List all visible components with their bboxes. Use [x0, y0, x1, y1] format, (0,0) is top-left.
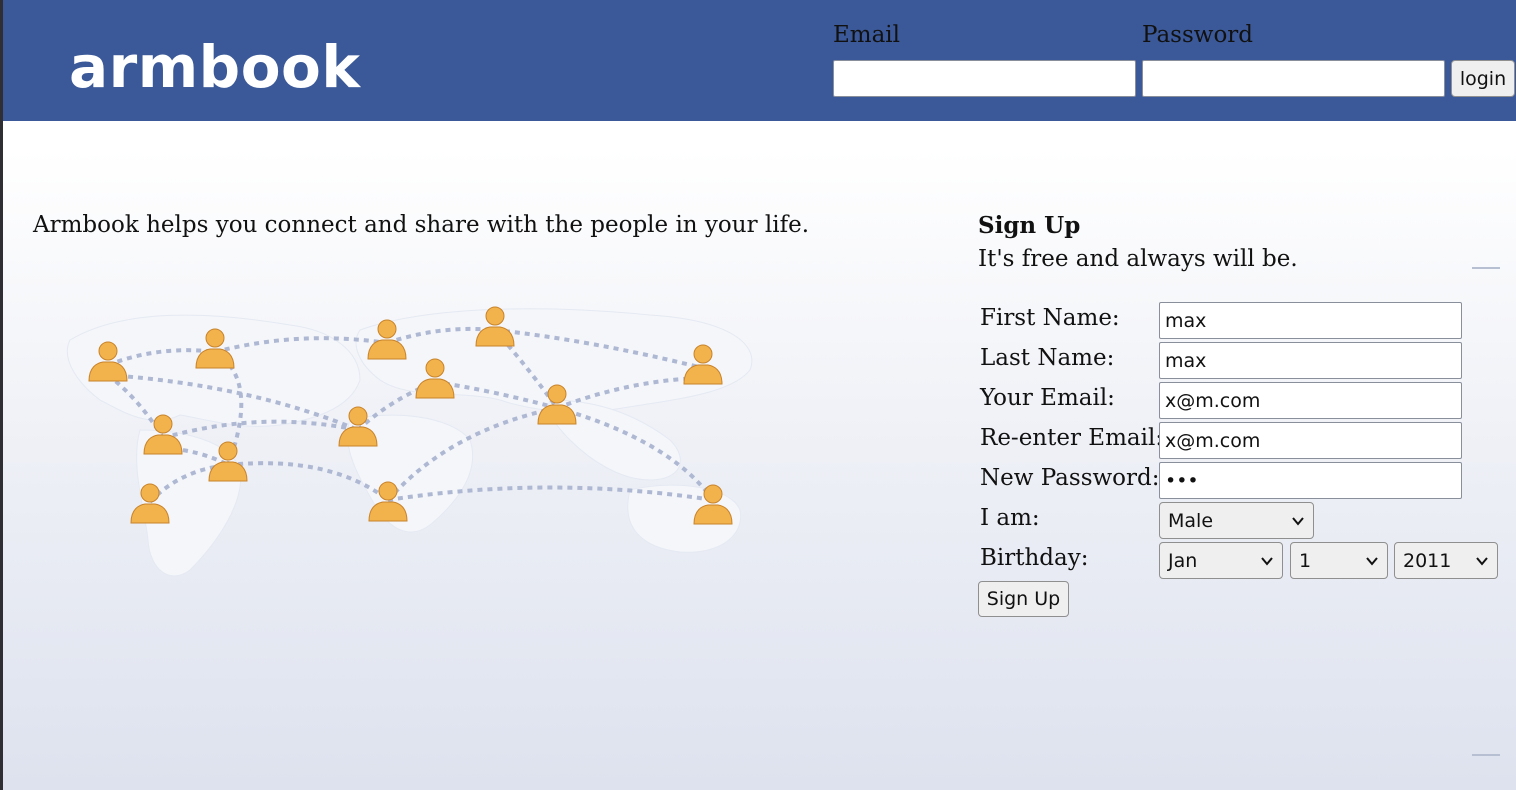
signup-button[interactable]: Sign Up: [978, 581, 1069, 617]
chevron-down-icon: [1292, 516, 1304, 526]
birthday-year-value: 2011: [1403, 549, 1452, 572]
birthday-year-select[interactable]: 2011: [1394, 542, 1498, 579]
decorative-divider: [1472, 267, 1500, 269]
birthday-day-value: 1: [1299, 549, 1312, 572]
your-email-label: Your Email:: [980, 385, 1115, 411]
your-email-input[interactable]: [1159, 382, 1462, 419]
birthday-month-value: Jan: [1168, 549, 1198, 572]
chevron-down-icon: [1261, 556, 1273, 566]
reenter-email-label: Re-enter Email:: [980, 425, 1164, 451]
tagline: Armbook helps you connect and share with…: [33, 212, 810, 238]
login-email-label: Email: [833, 22, 901, 48]
birthday-row: Jan 1 2011: [1159, 542, 1504, 579]
first-name-input[interactable]: [1159, 302, 1462, 339]
gender-select[interactable]: Male: [1159, 502, 1314, 539]
signup-title: Sign Up: [978, 212, 1081, 239]
gender-select-value: Male: [1168, 509, 1214, 532]
world-map-people-icon: [30, 290, 930, 600]
signup-subtitle: It's free and always will be.: [978, 246, 1298, 272]
chevron-down-icon: [1366, 556, 1378, 566]
decorative-divider: [1472, 754, 1500, 756]
first-name-label: First Name:: [980, 305, 1120, 331]
login-button[interactable]: login: [1451, 60, 1515, 97]
login-email-input[interactable]: [833, 60, 1136, 97]
birthday-month-select[interactable]: Jan: [1159, 542, 1283, 579]
last-name-input[interactable]: [1159, 342, 1462, 379]
gender-label: I am:: [980, 505, 1040, 531]
logo: armbook: [69, 33, 361, 101]
gender-row: Male: [1159, 502, 1516, 539]
reenter-email-input[interactable]: [1159, 422, 1462, 459]
login-password-input[interactable]: [1142, 60, 1445, 97]
chevron-down-icon: [1476, 556, 1488, 566]
login-password-label: Password: [1142, 22, 1254, 48]
new-password-label: New Password:: [980, 465, 1160, 491]
birthday-label: Birthday:: [980, 545, 1089, 571]
new-password-input[interactable]: [1159, 462, 1462, 499]
last-name-label: Last Name:: [980, 345, 1115, 371]
birthday-day-select[interactable]: 1: [1290, 542, 1388, 579]
